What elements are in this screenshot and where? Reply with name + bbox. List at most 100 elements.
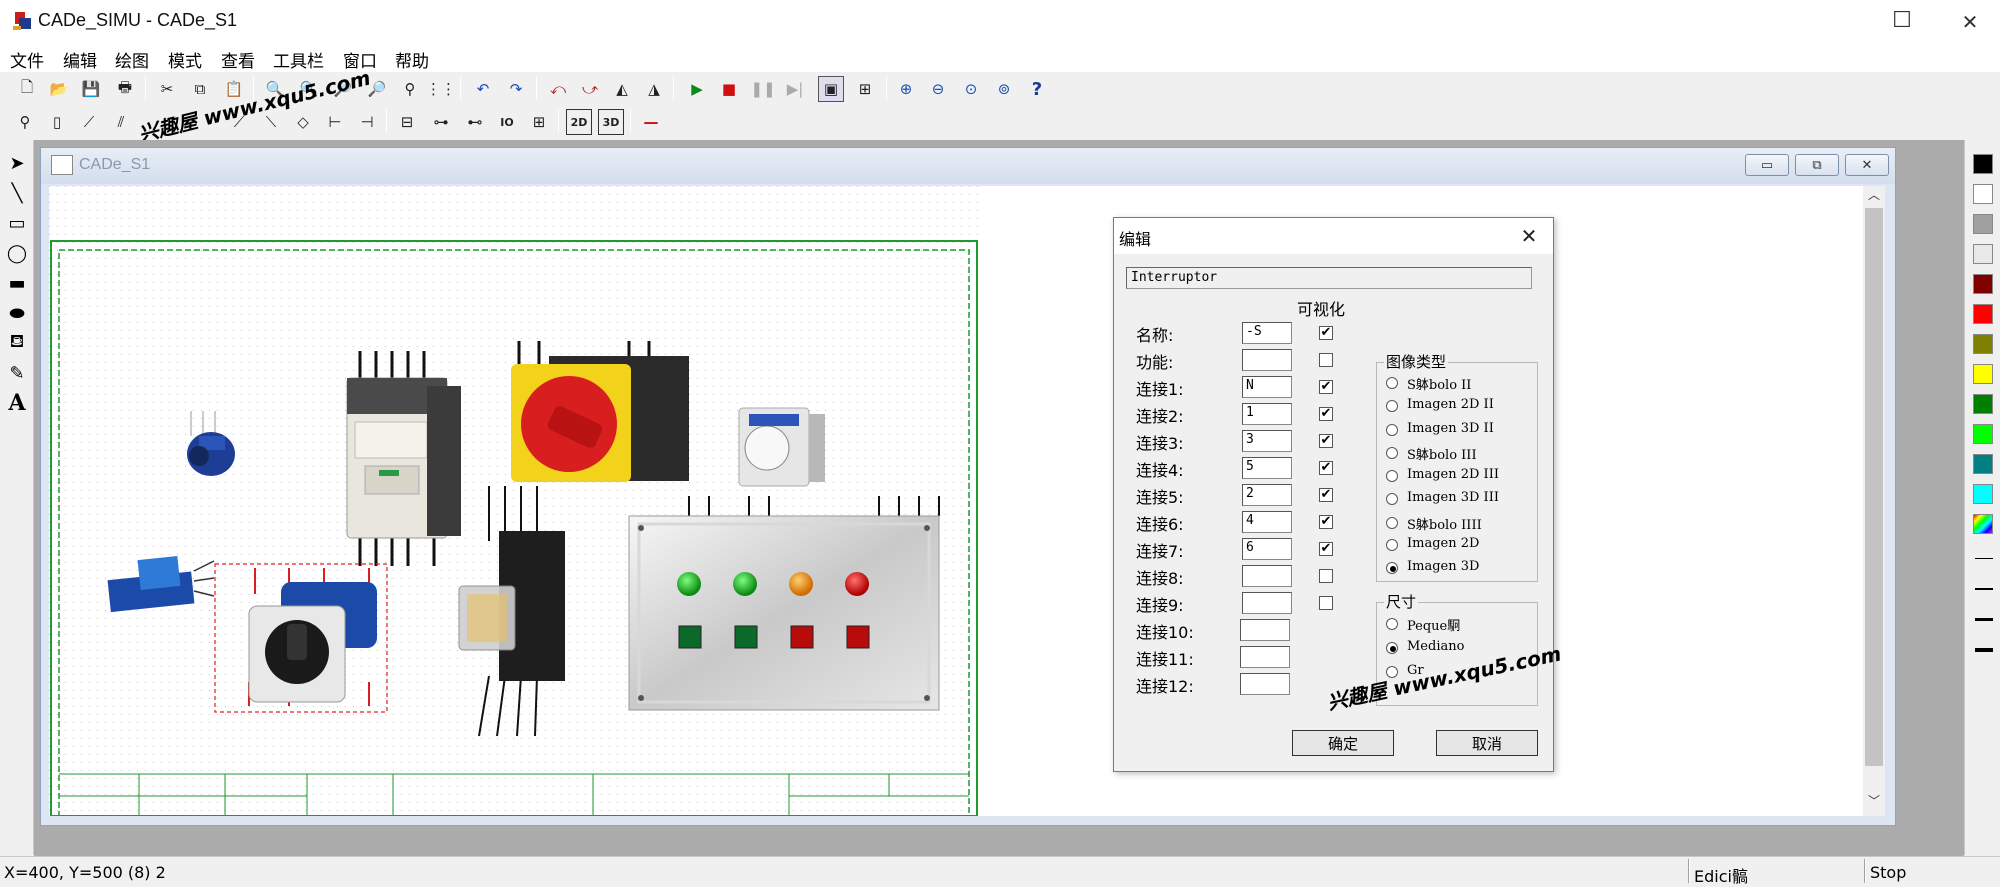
connection-12-input[interactable] — [1240, 673, 1290, 695]
2d-view-icon[interactable]: 2D — [566, 109, 592, 135]
color-swatch[interactable] — [1973, 184, 1993, 204]
function-visible-checkbox[interactable] — [1319, 353, 1333, 367]
connection-8-input[interactable] — [1242, 565, 1292, 587]
connector-icon[interactable]: ⊶ — [428, 109, 454, 135]
connection-9-input[interactable] — [1242, 592, 1292, 614]
connection-3-input[interactable]: 3 — [1242, 430, 1292, 452]
image-type-option[interactable]: S躰bolo II — [1407, 374, 1471, 393]
line-width-2[interactable] — [1975, 588, 1993, 590]
line-width-3[interactable] — [1975, 618, 1993, 621]
text-tool-icon[interactable]: A — [4, 390, 30, 416]
connection-1-checkbox[interactable]: ✔ — [1319, 380, 1333, 394]
color-swatch[interactable] — [1973, 214, 1993, 234]
fill-bucket-icon[interactable]: ⛾ — [4, 330, 30, 356]
menu-file[interactable]: 文件 — [10, 47, 44, 72]
connection-7-checkbox[interactable]: ✔ — [1319, 542, 1333, 556]
custom-color-swatch[interactable] — [1973, 514, 1993, 534]
eyedropper-icon[interactable]: ✎ — [4, 360, 30, 386]
image-type-option[interactable]: Imagen 3D — [1407, 559, 1479, 574]
multi-switch-icon[interactable]: ⫽ — [108, 109, 134, 135]
menu-edit[interactable]: 编辑 — [63, 47, 97, 72]
cut-icon[interactable]: ✂ — [154, 76, 180, 102]
cancel-button[interactable]: 取消 — [1436, 730, 1538, 756]
connection-8-checkbox[interactable] — [1319, 569, 1333, 583]
vertical-scrollbar[interactable]: ︿ ﹀ — [1863, 186, 1885, 816]
radio-button[interactable] — [1386, 470, 1398, 482]
rotate-left-icon[interactable]: ⤺ — [545, 76, 571, 102]
function-input[interactable] — [1242, 349, 1292, 371]
radio-button[interactable] — [1386, 493, 1398, 505]
radio-button[interactable] — [1386, 424, 1398, 436]
radio-button[interactable] — [1386, 447, 1398, 459]
print-icon[interactable]: 🖶 — [112, 76, 138, 102]
size-option[interactable]: Mediano — [1407, 639, 1464, 654]
color-swatch[interactable] — [1973, 364, 1993, 384]
bus-icon[interactable]: ⊞ — [526, 109, 552, 135]
menu-draw[interactable]: 绘图 — [115, 47, 149, 72]
color-swatch[interactable] — [1973, 244, 1993, 264]
name-input[interactable]: -S — [1242, 322, 1292, 344]
ok-button[interactable]: 确定 — [1292, 730, 1394, 756]
scroll-up-icon[interactable]: ︿ — [1863, 186, 1885, 206]
zoom-fit-icon[interactable]: ⊙ — [958, 76, 984, 102]
auxiliary-contact-component[interactable] — [738, 407, 825, 487]
step-icon[interactable]: ▶| — [782, 76, 808, 102]
save-icon[interactable]: 💾 — [78, 76, 104, 102]
maximize-button[interactable]: ☐ — [1872, 0, 1932, 42]
grid-icon[interactable]: ⋮⋮ — [426, 76, 456, 102]
3d-view-icon[interactable]: 3D — [598, 109, 624, 135]
pin-icon[interactable]: ⚲ — [12, 109, 38, 135]
coil-icon[interactable]: ⊢ — [322, 109, 348, 135]
menu-view[interactable]: 查看 — [221, 47, 255, 72]
size-option[interactable]: Peque駉 — [1407, 615, 1460, 634]
color-swatch[interactable] — [1973, 154, 1993, 174]
copy-icon[interactable]: ⧉ — [187, 76, 213, 102]
main-switch-component[interactable] — [511, 341, 689, 482]
io-icon[interactable]: IO — [494, 109, 520, 135]
name-visible-checkbox[interactable]: ✔ — [1319, 326, 1333, 340]
ellipse-tool-icon[interactable]: ◯ — [4, 240, 30, 266]
pointer-icon[interactable]: ➤ — [4, 150, 30, 176]
line-tool-icon[interactable]: ╲ — [4, 180, 30, 206]
image-type-option[interactable]: S躰bolo IIII — [1407, 514, 1482, 533]
scroll-thumb[interactable] — [1865, 208, 1883, 766]
stop-icon[interactable]: ■ — [716, 76, 742, 102]
zoom-out-icon[interactable]: ⊖ — [925, 76, 951, 102]
window-tile-icon[interactable]: ⊞ — [852, 76, 878, 102]
image-type-option[interactable]: S躰bolo III — [1407, 444, 1477, 463]
radio-button-selected[interactable] — [1386, 642, 1398, 654]
connection-2-input[interactable]: 1 — [1242, 403, 1292, 425]
image-type-option[interactable]: Imagen 2D III — [1407, 467, 1499, 482]
diamond-icon[interactable]: ◇ — [290, 109, 316, 135]
play-icon[interactable]: ▶ — [684, 76, 710, 102]
connection-1-input[interactable]: N — [1242, 376, 1292, 398]
line-width-1[interactable] — [1975, 558, 1993, 559]
radio-button[interactable] — [1386, 517, 1398, 529]
switch-icon[interactable]: ⟋ — [76, 109, 102, 135]
connection-2-checkbox[interactable]: ✔ — [1319, 407, 1333, 421]
line-width-4[interactable] — [1975, 648, 1993, 652]
drawing-canvas[interactable] — [49, 186, 1863, 816]
rectangle-tool-icon[interactable]: ▭ — [4, 210, 30, 236]
color-swatch[interactable] — [1973, 274, 1993, 294]
menu-help[interactable]: 帮助 — [395, 47, 429, 72]
connection-6-input[interactable]: 4 — [1242, 511, 1292, 533]
radio-button[interactable] — [1386, 377, 1398, 389]
menu-mode[interactable]: 模式 — [168, 47, 202, 72]
undo-icon[interactable]: ↶ — [470, 76, 496, 102]
filled-ellipse-icon[interactable]: ⬬ — [4, 300, 30, 326]
connection-11-input[interactable] — [1240, 646, 1290, 668]
radio-button[interactable] — [1386, 539, 1398, 551]
zoom-all-icon[interactable]: ⊚ — [991, 76, 1017, 102]
menu-toolbar[interactable]: 工具栏 — [273, 47, 324, 72]
fuse-icon[interactable]: ▯ — [44, 109, 70, 135]
connection-6-checkbox[interactable]: ✔ — [1319, 515, 1333, 529]
connection-4-input[interactable]: 5 — [1242, 457, 1292, 479]
new-file-icon[interactable]: 🗋 — [14, 76, 40, 102]
connection-4-checkbox[interactable]: ✔ — [1319, 461, 1333, 475]
image-type-option[interactable]: Imagen 2D — [1407, 536, 1479, 551]
color-swatch[interactable] — [1973, 304, 1993, 324]
dialog-close-icon[interactable]: ✕ — [1512, 222, 1546, 250]
scroll-down-icon[interactable]: ﹀ — [1863, 792, 1885, 812]
zoom-in-icon[interactable]: ⊕ — [893, 76, 919, 102]
